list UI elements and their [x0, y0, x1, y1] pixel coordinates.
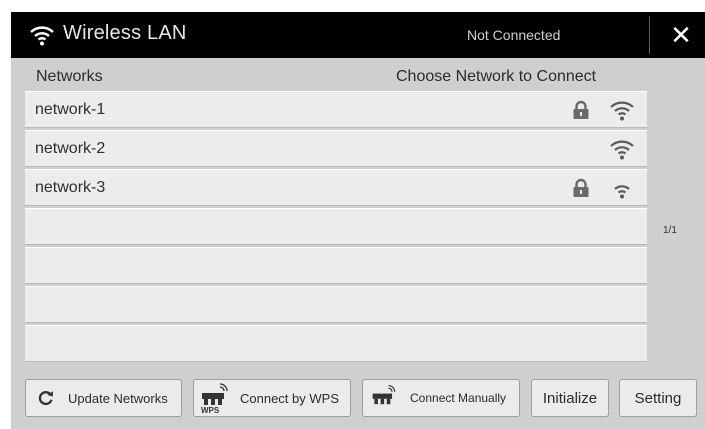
setting-button[interactable]: Setting [619, 379, 697, 417]
network-row-empty[interactable] [25, 247, 647, 284]
initialize-label: Initialize [542, 389, 598, 407]
wifi-signal-strong-icon [610, 140, 634, 160]
network-row-2[interactable]: network-2 [25, 130, 647, 167]
refresh-icon [38, 391, 54, 406]
network-row-3[interactable]: network-3 [25, 169, 647, 206]
connect-by-wps-label: Connect by WPS [240, 390, 339, 406]
title-bar: Wireless LAN Not Connected ✕ [11, 12, 705, 58]
router-icon [372, 385, 396, 405]
wps-badge: WPS [201, 406, 220, 415]
close-button[interactable]: ✕ [657, 12, 705, 58]
network-row-empty[interactable] [25, 208, 647, 245]
wps-router-icon: WPS [199, 381, 233, 415]
wifi-icon [30, 26, 54, 46]
connect-manually-label: Connect Manually [410, 391, 507, 405]
connection-status: Not Connected [467, 27, 561, 43]
network-name: network-3 [35, 179, 106, 196]
wireless-lan-window: Wireless LAN Not Connected ✕ Networks Ch… [11, 12, 705, 429]
page-indicator: 1/1 [663, 225, 677, 236]
close-icon: ✕ [670, 19, 692, 50]
update-networks-label: Update Networks [68, 390, 168, 406]
lock-icon [573, 178, 589, 197]
wifi-signal-strong-icon [610, 101, 634, 121]
network-row-empty[interactable] [25, 325, 647, 362]
window-title: Wireless LAN [63, 22, 187, 44]
networks-header: Networks [36, 68, 103, 85]
setting-label: Setting [634, 389, 682, 407]
network-row-1[interactable]: network-1 [25, 91, 647, 128]
connect-by-wps-button[interactable]: WPS Connect by WPS [193, 379, 351, 417]
network-name: network-1 [35, 101, 106, 118]
choose-network-header: Choose Network to Connect [396, 68, 597, 85]
network-row-empty[interactable] [25, 286, 647, 323]
wifi-signal-medium-icon [614, 185, 630, 199]
update-networks-button[interactable]: Update Networks [25, 379, 182, 417]
connect-manually-button[interactable]: Connect Manually [362, 379, 520, 417]
initialize-button[interactable]: Initialize [531, 379, 609, 417]
title-divider [649, 16, 650, 54]
network-name: network-2 [35, 140, 106, 157]
lock-icon [573, 100, 589, 119]
